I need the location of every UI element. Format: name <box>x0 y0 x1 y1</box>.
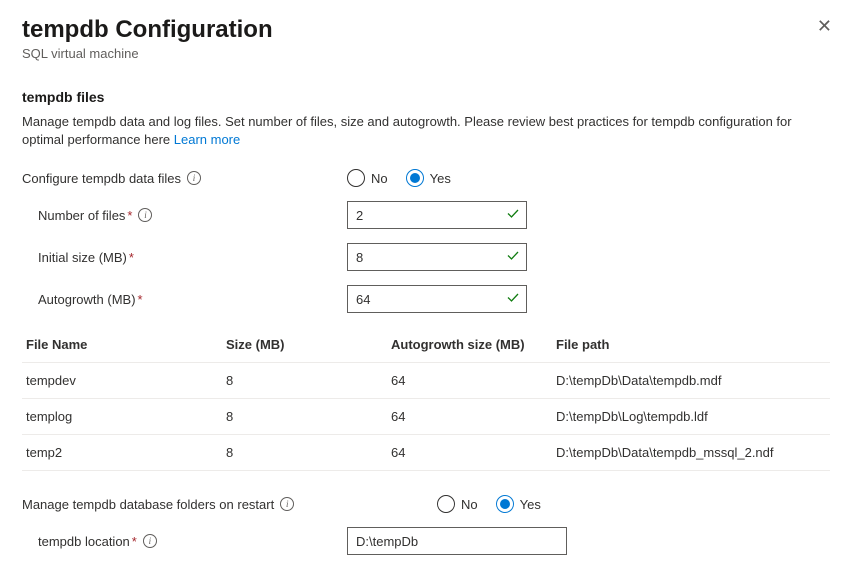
radio-off-icon <box>437 495 455 513</box>
table-cell: 64 <box>387 435 552 471</box>
info-icon[interactable]: i <box>280 497 294 511</box>
required-asterisk: * <box>129 250 134 265</box>
table-header-row: File Name Size (MB) Autogrowth size (MB)… <box>22 327 830 363</box>
num-files-input[interactable] <box>347 201 527 229</box>
page-title: tempdb Configuration <box>22 16 830 44</box>
radio-no-label: No <box>461 497 478 512</box>
table-row: temp2864D:\tempDb\Data\tempdb_mssql_2.nd… <box>22 435 830 471</box>
table-cell: tempdev <box>22 363 222 399</box>
table-cell: temp2 <box>22 435 222 471</box>
manage-folders-label: Manage tempdb database folders on restar… <box>22 497 274 512</box>
radio-off-icon <box>347 169 365 187</box>
required-asterisk: * <box>138 292 143 307</box>
th-size: Size (MB) <box>222 327 387 363</box>
table-cell: D:\tempDb\Data\tempdb.mdf <box>552 363 830 399</box>
th-file-name: File Name <box>22 327 222 363</box>
files-table: File Name Size (MB) Autogrowth size (MB)… <box>22 327 830 471</box>
table-row: tempdev864D:\tempDb\Data\tempdb.mdf <box>22 363 830 399</box>
info-icon[interactable]: i <box>143 534 157 548</box>
table-cell: templog <box>22 399 222 435</box>
required-asterisk: * <box>127 208 132 223</box>
table-cell: 8 <box>222 435 387 471</box>
table-cell: D:\tempDb\Log\tempdb.ldf <box>552 399 830 435</box>
table-row: templog864D:\tempDb\Log\tempdb.ldf <box>22 399 830 435</box>
learn-more-link[interactable]: Learn more <box>174 132 240 147</box>
section-heading-files: tempdb files <box>22 89 830 105</box>
close-icon[interactable]: ✕ <box>817 16 832 37</box>
radio-on-icon <box>406 169 424 187</box>
table-cell: 64 <box>387 363 552 399</box>
page-subtitle: SQL virtual machine <box>22 46 830 61</box>
radio-yes-label: Yes <box>430 171 451 186</box>
radio-yes-label: Yes <box>520 497 541 512</box>
configure-radio-yes[interactable]: Yes <box>406 169 451 187</box>
table-cell: D:\tempDb\Data\tempdb_mssql_2.ndf <box>552 435 830 471</box>
table-cell: 64 <box>387 399 552 435</box>
th-autogrowth: Autogrowth size (MB) <box>387 327 552 363</box>
section-description: Manage tempdb data and log files. Set nu… <box>22 113 830 149</box>
autogrowth-label: Autogrowth (MB) <box>38 292 136 307</box>
radio-on-icon <box>496 495 514 513</box>
autogrowth-input[interactable] <box>347 285 527 313</box>
section-description-text: Manage tempdb data and log files. Set nu… <box>22 114 792 147</box>
configure-radio-no[interactable]: No <box>347 169 388 187</box>
info-icon[interactable]: i <box>187 171 201 185</box>
tempdb-location-label: tempdb location <box>38 534 130 549</box>
manage-folders-radio-no[interactable]: No <box>437 495 478 513</box>
tempdb-location-input[interactable] <box>347 527 567 555</box>
info-icon[interactable]: i <box>138 208 152 222</box>
configure-label: Configure tempdb data files <box>22 171 181 186</box>
th-file-path: File path <box>552 327 830 363</box>
table-cell: 8 <box>222 399 387 435</box>
num-files-label: Number of files <box>38 208 125 223</box>
init-size-label: Initial size (MB) <box>38 250 127 265</box>
init-size-input[interactable] <box>347 243 527 271</box>
table-cell: 8 <box>222 363 387 399</box>
manage-folders-radio-yes[interactable]: Yes <box>496 495 541 513</box>
required-asterisk: * <box>132 534 137 549</box>
radio-no-label: No <box>371 171 388 186</box>
